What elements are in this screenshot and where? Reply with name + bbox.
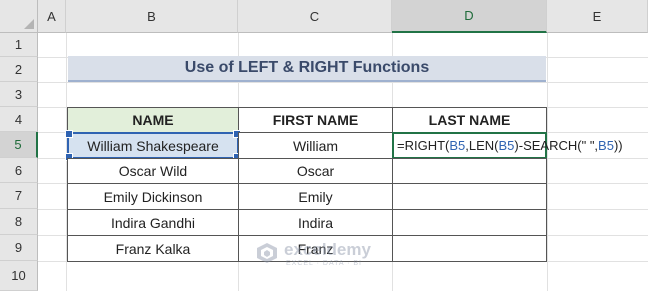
select-all-corner[interactable] [0, 0, 38, 33]
row-header-2[interactable]: 2 [0, 57, 38, 82]
selection-handle[interactable] [65, 130, 73, 138]
row-header-1[interactable]: 1 [0, 33, 38, 57]
formula-part: =RIGHT( [397, 138, 450, 153]
exceldemy-logo-icon [257, 243, 277, 263]
formula-cell-ref: B5 [449, 138, 466, 153]
formula-cell-ref: B5 [598, 138, 614, 153]
row-header-8[interactable]: 8 [0, 209, 38, 235]
gridline [38, 82, 648, 83]
cell-first-name[interactable]: Oscar [238, 158, 393, 184]
cell-name[interactable]: Emily Dickinson [67, 183, 239, 210]
row-header-4[interactable]: 4 [0, 107, 38, 132]
cell-first-name[interactable]: William [238, 132, 393, 159]
watermark-name: exceldemy [284, 240, 371, 259]
header-last-name[interactable]: LAST NAME [392, 107, 547, 133]
column-header-b[interactable]: B [66, 0, 238, 33]
row-header-9[interactable]: 9 [0, 235, 38, 261]
cell-last-name[interactable] [392, 209, 547, 236]
row-header-6[interactable]: 6 [0, 158, 38, 183]
row-header-5[interactable]: 5 [0, 132, 38, 158]
cell-name[interactable]: Franz Kalka [67, 235, 239, 262]
watermark-tagline: EXCEL · DATA · BI [286, 260, 362, 267]
formula-text: =RIGHT(B5,LEN(B5)-SEARCH(" ",B5)) [397, 138, 623, 153]
gridline [547, 33, 548, 291]
exceldemy-watermark: exceldemy EXCEL · DATA · BI [256, 238, 386, 272]
cell-last-name[interactable] [392, 235, 547, 262]
cell-name[interactable]: Oscar Wild [67, 158, 239, 184]
sheet-title[interactable]: Use of LEFT & RIGHT Functions [68, 56, 546, 82]
cell-name[interactable]: Indira Gandhi [67, 209, 239, 236]
column-header-d[interactable]: D [392, 0, 547, 33]
cell-first-name[interactable]: Indira [238, 209, 393, 236]
row-header-3[interactable]: 3 [0, 82, 38, 107]
row-header-7[interactable]: 7 [0, 183, 38, 209]
cell-name[interactable]: William Shakespeare [65, 130, 241, 161]
header-name[interactable]: NAME [67, 107, 239, 133]
column-header-c[interactable]: C [238, 0, 392, 33]
column-header-e[interactable]: E [547, 0, 648, 33]
cell-first-name[interactable]: Emily [238, 183, 393, 210]
formula-part: ,LEN( [465, 138, 499, 153]
formula-cell-editor[interactable]: =RIGHT(B5,LEN(B5)-SEARCH(" ",B5)) [392, 132, 623, 159]
cell-name-text: William Shakespeare [87, 137, 219, 154]
row-header-10[interactable]: 10 [0, 261, 38, 291]
cell-last-name[interactable] [392, 158, 547, 184]
header-first-name[interactable]: FIRST NAME [238, 107, 393, 133]
formula-part: )) [613, 138, 623, 153]
cell-last-name[interactable] [392, 183, 547, 210]
column-header-a[interactable]: A [38, 0, 66, 33]
formula-part: )-SEARCH(" ", [514, 138, 599, 153]
formula-cell-ref: B5 [498, 138, 515, 153]
